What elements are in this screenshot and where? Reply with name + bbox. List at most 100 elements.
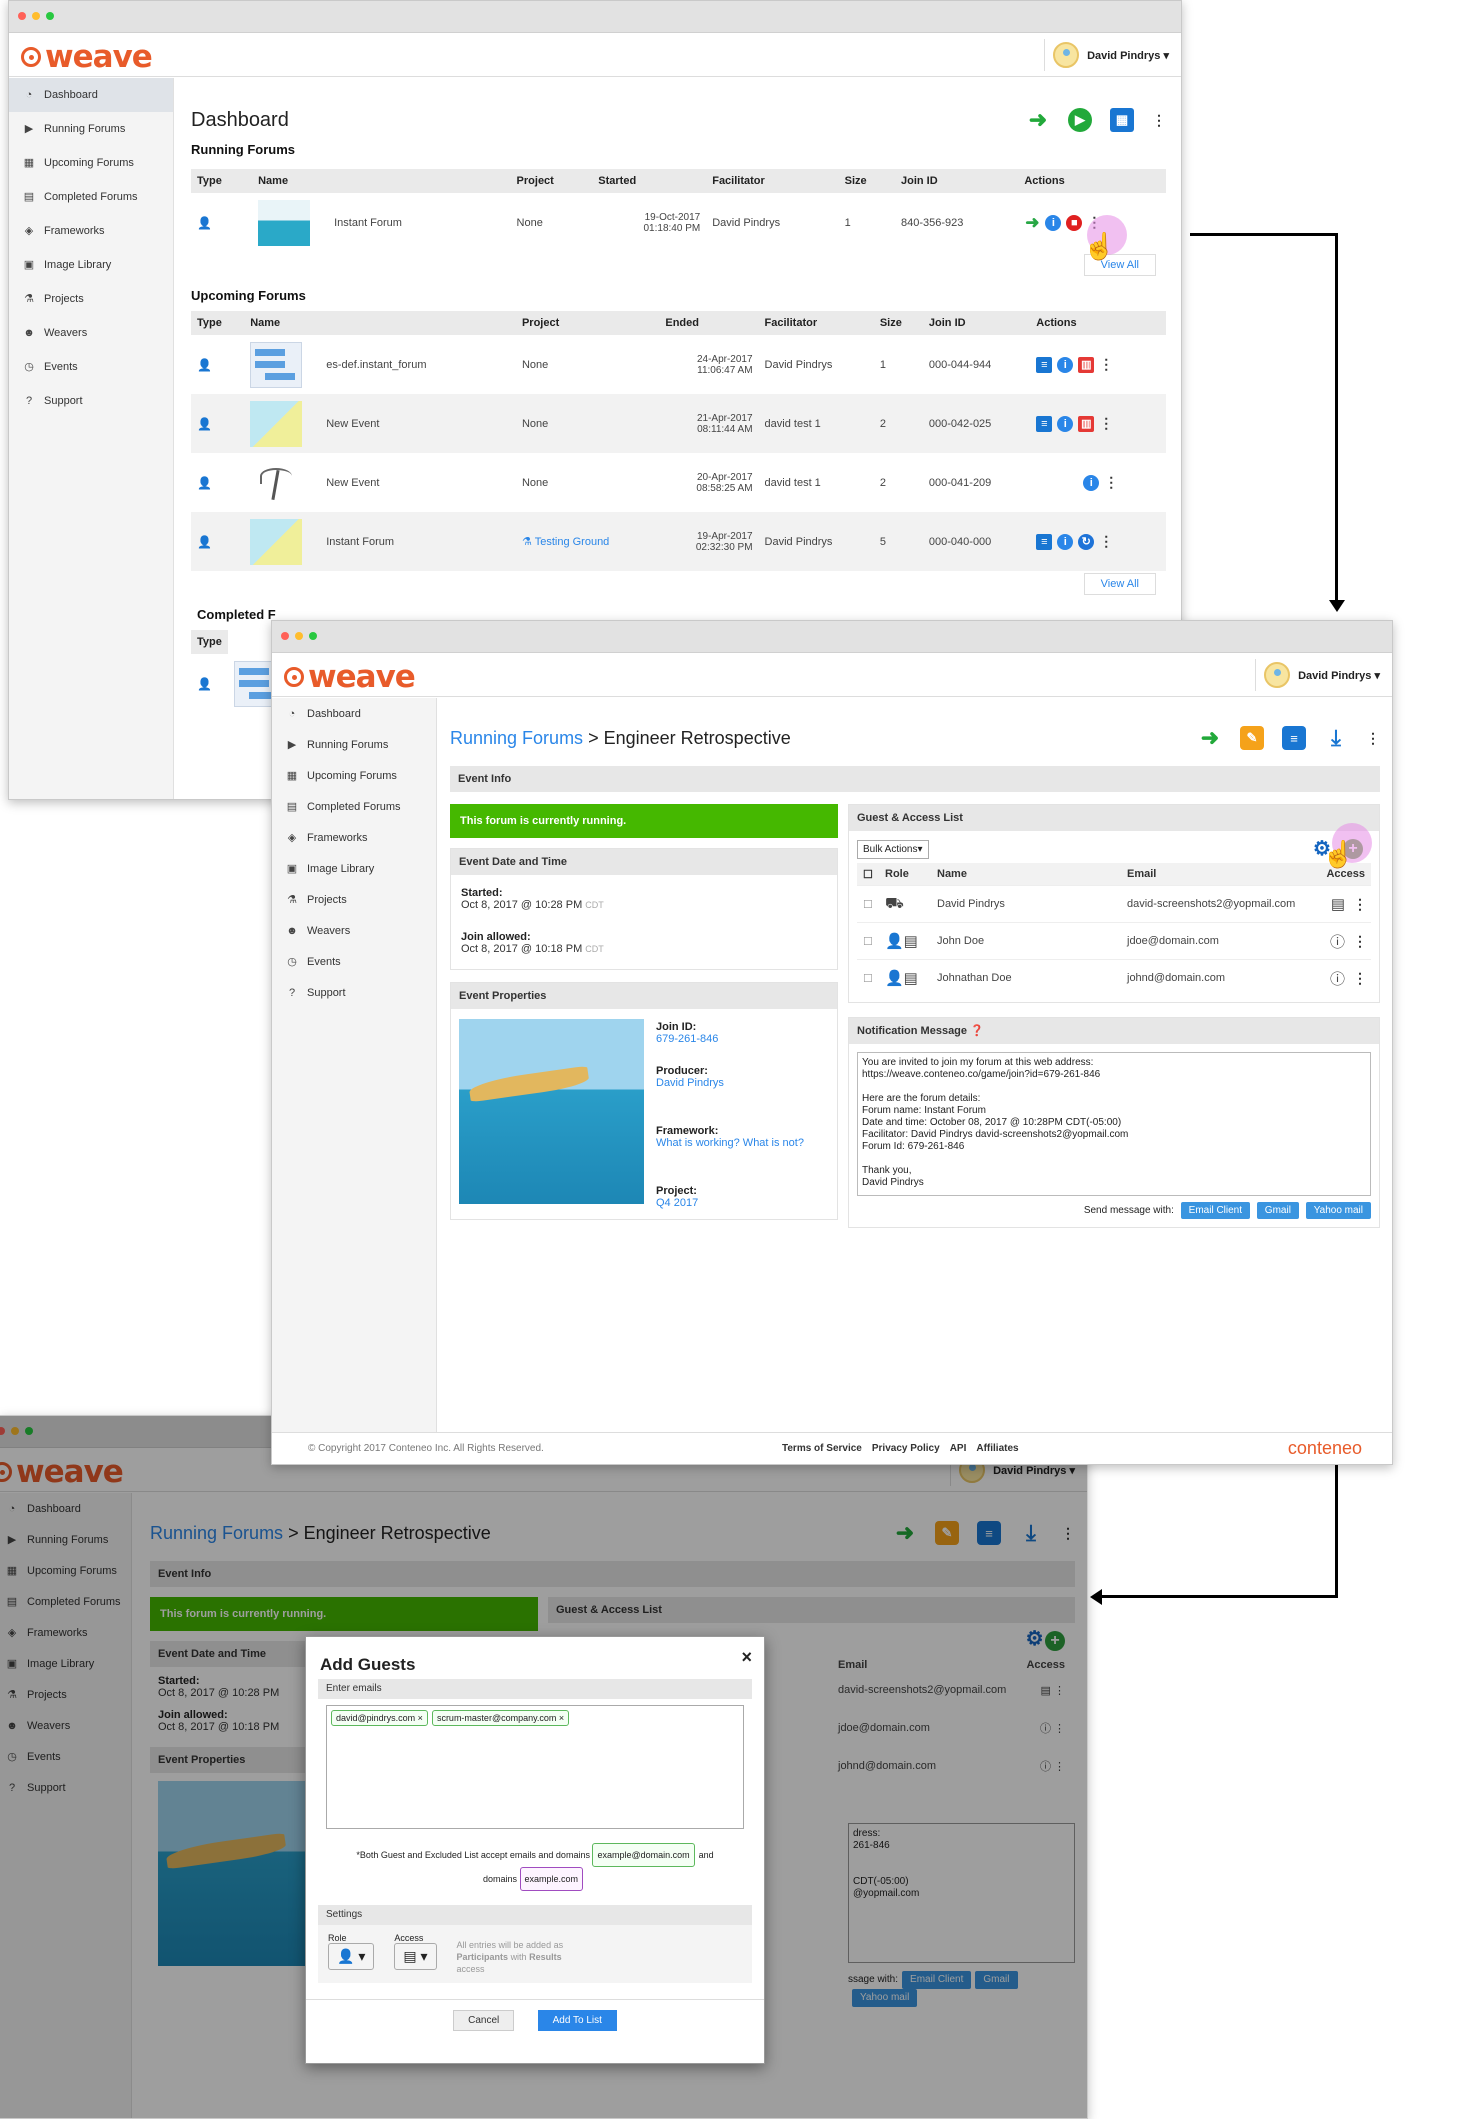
weave-logo[interactable]: weave bbox=[284, 659, 416, 695]
more-options-icon[interactable]: ⋮ bbox=[1366, 730, 1380, 747]
document-icon[interactable]: ▤ bbox=[1331, 895, 1345, 913]
table-row[interactable]: 👤 New Event None 20-Apr-2017 08:58:25 AM davi… bbox=[191, 453, 1166, 512]
guest-row[interactable]: ☐ 👤▤ Johnathan Doe johnd@domain.com ⓘ ⋮ bbox=[857, 959, 1371, 996]
document-icon[interactable]: ≡ bbox=[1036, 415, 1053, 432]
footer-link-terms-of-service[interactable]: Terms of Service bbox=[782, 1443, 862, 1454]
guest-row[interactable]: ☐ 👤▤ John Doe jdoe@domain.com ⓘ ⋮ bbox=[857, 922, 1371, 959]
stop-icon[interactable]: ■ bbox=[1066, 214, 1083, 231]
more-options-icon[interactable]: ⋮ bbox=[1353, 896, 1367, 913]
sidebar-item-weavers[interactable]: ☻ Weavers bbox=[272, 915, 436, 946]
forum-name[interactable]: New Event bbox=[326, 418, 379, 430]
row-checkbox[interactable]: ☐ bbox=[857, 972, 875, 985]
producer-link[interactable]: David Pindrys bbox=[656, 1077, 804, 1089]
yahoo-mail-button[interactable]: Yahoo mail bbox=[1305, 1202, 1371, 1219]
sidebar-item-frameworks[interactable]: ◈ Frameworks bbox=[9, 214, 173, 248]
join-id-link[interactable]: 679-261-846 bbox=[656, 1033, 804, 1045]
forum-name[interactable]: Instant Forum bbox=[326, 536, 394, 548]
email-input[interactable]: david@pindrys.com × scrum-master@company.… bbox=[326, 1705, 744, 1829]
help-icon[interactable]: ❓ bbox=[970, 1025, 984, 1037]
more-options-icon[interactable]: ⋮ bbox=[1152, 112, 1166, 129]
sidebar-item-support[interactable]: ? Support bbox=[9, 384, 173, 418]
table-row[interactable]: 👤 New Event None 21-Apr-2017 08:11:44 AM davi… bbox=[191, 394, 1166, 453]
bulk-actions-dropdown[interactable]: Bulk Actions▾ bbox=[857, 839, 929, 859]
sidebar-item-upcoming-forums[interactable]: ▦ Upcoming Forums bbox=[272, 760, 436, 791]
table-row[interactable]: 👤 es-def.instant_forum None 24-Apr-2017 11:0… bbox=[191, 335, 1166, 394]
info-icon[interactable]: i bbox=[1057, 415, 1074, 432]
trash-icon[interactable]: ▥ bbox=[1078, 415, 1095, 432]
join-forum-icon[interactable]: ➜ bbox=[1026, 107, 1050, 132]
forum-name[interactable]: New Event bbox=[326, 477, 379, 489]
sidebar-item-running-forums[interactable]: ▶ Running Forums bbox=[272, 729, 436, 760]
email-client-button[interactable]: Email Client bbox=[1180, 1202, 1251, 1219]
info-icon[interactable]: i bbox=[1083, 474, 1100, 491]
conteneo-logo[interactable]: conteneo bbox=[1288, 1438, 1362, 1459]
sidebar-item-weavers[interactable]: ☻ Weavers bbox=[9, 316, 173, 350]
user-menu[interactable]: David Pindrys ▾ bbox=[1255, 659, 1380, 691]
info-icon[interactable]: ⓘ bbox=[1330, 931, 1345, 952]
project-link[interactable]: Q4 2017 bbox=[656, 1197, 804, 1209]
upcoming-view-all-link[interactable]: View All bbox=[1083, 573, 1156, 595]
document-icon[interactable]: ≡ bbox=[1036, 533, 1053, 550]
sidebar-item-projects[interactable]: ⚗ Projects bbox=[9, 282, 173, 316]
row-checkbox[interactable]: ☐ bbox=[857, 935, 875, 948]
sidebar-item-image-library[interactable]: ▣ Image Library bbox=[272, 853, 436, 884]
cancel-button[interactable]: Cancel bbox=[453, 2010, 515, 2031]
table-row[interactable]: 👤 Instant Forum ⚗ Testing Ground 19-Apr-201… bbox=[191, 512, 1166, 571]
footer-link-affiliates[interactable]: Affiliates bbox=[976, 1443, 1018, 1454]
row-checkbox[interactable]: ☐ bbox=[857, 898, 875, 911]
column-header: Type bbox=[191, 630, 228, 654]
join-forum-icon[interactable]: ➜ bbox=[1024, 214, 1040, 231]
join-forum-icon[interactable]: ➜ bbox=[1198, 725, 1222, 750]
email-chip[interactable]: david@pindrys.com × bbox=[331, 1710, 428, 1726]
sidebar-item-upcoming-forums[interactable]: ▦ Upcoming Forums bbox=[9, 146, 173, 180]
forum-name[interactable]: es-def.instant_forum bbox=[326, 359, 426, 371]
guest-row[interactable]: ☐ ⛟ David Pindrys david-screenshots2@yopmai… bbox=[857, 885, 1371, 922]
select-all-checkbox[interactable]: ☐ bbox=[857, 868, 875, 881]
gmail-button[interactable]: Gmail bbox=[1256, 1202, 1299, 1219]
more-options-icon[interactable]: ⋮ bbox=[1353, 933, 1367, 950]
sync-icon[interactable]: ↻ bbox=[1078, 533, 1095, 550]
breadcrumb-link[interactable]: Running Forums bbox=[450, 728, 583, 748]
access-select[interactable]: ▤ ▾ bbox=[394, 1943, 437, 1970]
sidebar-item-running-forums[interactable]: ▶ Running Forums bbox=[9, 112, 173, 146]
close-icon[interactable]: × bbox=[741, 1647, 752, 1675]
download-icon[interactable]: ⤓ bbox=[1324, 725, 1348, 750]
footer-link-privacy-policy[interactable]: Privacy Policy bbox=[872, 1443, 940, 1454]
table-row[interactable]: 👤 Instant Forum None 19-Oct-2017 01:18:40 PM… bbox=[191, 193, 1166, 252]
info-icon[interactable]: i bbox=[1057, 533, 1074, 550]
sidebar-item-events[interactable]: ◷ Events bbox=[272, 946, 436, 977]
footer-link-api[interactable]: API bbox=[950, 1443, 967, 1454]
framework-link[interactable]: What is working? What is not? bbox=[656, 1137, 804, 1149]
start-forum-icon[interactable]: ▶ bbox=[1068, 108, 1092, 132]
more-options-icon[interactable]: ⋮ bbox=[1099, 356, 1113, 373]
email-chip[interactable]: scrum-master@company.com × bbox=[431, 1710, 570, 1726]
user-menu[interactable]: David Pindrys ▾ bbox=[1044, 39, 1169, 71]
info-icon[interactable]: i bbox=[1057, 356, 1074, 373]
role-select[interactable]: 👤 ▾ bbox=[328, 1943, 375, 1970]
sidebar-item-dashboard[interactable]: ◔ Dashboard bbox=[272, 698, 436, 729]
weave-logo[interactable]: weave bbox=[21, 39, 153, 75]
sidebar-item-completed-forums[interactable]: ▤ Completed Forums bbox=[272, 791, 436, 822]
info-icon[interactable]: ⓘ bbox=[1330, 968, 1345, 989]
notification-textarea[interactable]: You are invited to join my forum at this… bbox=[857, 1052, 1371, 1196]
more-options-icon[interactable]: ⋮ bbox=[1353, 970, 1367, 987]
more-options-icon[interactable]: ⋮ bbox=[1099, 415, 1113, 432]
sidebar-item-image-library[interactable]: ▣ Image Library bbox=[9, 248, 173, 282]
sidebar-item-events[interactable]: ◷ Events bbox=[9, 350, 173, 384]
forum-name[interactable]: Instant Forum bbox=[334, 217, 402, 229]
document-icon[interactable]: ≡ bbox=[1282, 726, 1306, 750]
schedule-calendar-icon[interactable]: ▦ bbox=[1110, 108, 1134, 132]
sidebar-item-frameworks[interactable]: ◈ Frameworks bbox=[272, 822, 436, 853]
sidebar-item-support[interactable]: ? Support bbox=[272, 977, 436, 1008]
project-name[interactable]: Testing Ground bbox=[535, 536, 610, 548]
trash-icon[interactable]: ▥ bbox=[1078, 356, 1095, 373]
info-icon[interactable]: i bbox=[1045, 214, 1062, 231]
document-icon[interactable]: ≡ bbox=[1036, 356, 1053, 373]
more-options-icon[interactable]: ⋮ bbox=[1099, 533, 1113, 550]
sidebar-item-completed-forums[interactable]: ▤ Completed Forums bbox=[9, 180, 173, 214]
sidebar-item-projects[interactable]: ⚗ Projects bbox=[272, 884, 436, 915]
edit-icon[interactable]: ✎ bbox=[1240, 726, 1264, 750]
more-options-icon[interactable]: ⋮ bbox=[1104, 474, 1118, 491]
sidebar-item-dashboard[interactable]: ◔ Dashboard bbox=[9, 78, 173, 112]
add-to-list-button[interactable]: Add To List bbox=[537, 2010, 617, 2031]
